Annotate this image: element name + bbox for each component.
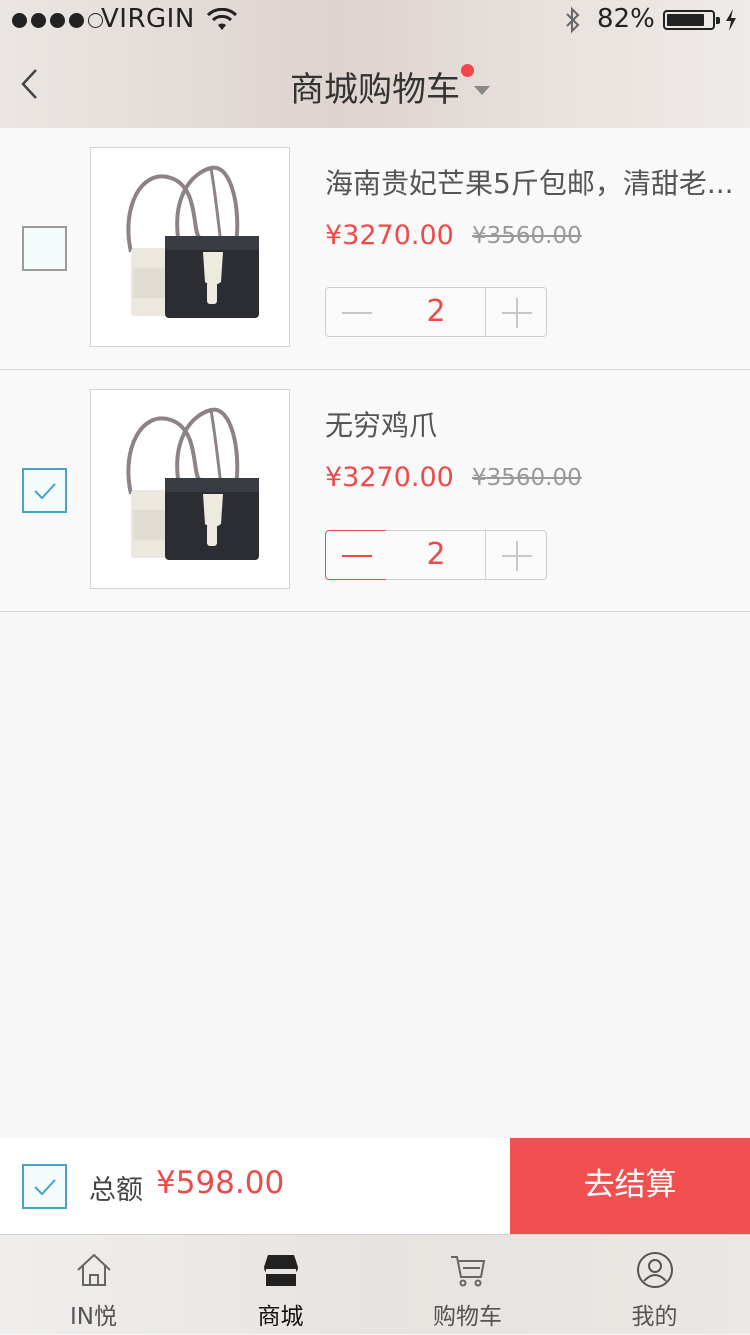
decrease-quantity-button[interactable] bbox=[325, 287, 387, 337]
select-all-checkbox[interactable] bbox=[22, 1164, 67, 1209]
quantity-stepper: 2 bbox=[325, 287, 547, 337]
tab-label: 购物车 bbox=[433, 1304, 502, 1330]
original-price: ¥3560.00 bbox=[472, 465, 582, 491]
tab-label: IN悦 bbox=[70, 1304, 117, 1330]
quantity-value[interactable]: 2 bbox=[386, 287, 486, 337]
product-name[interactable]: 无穷鸡爪 bbox=[325, 404, 437, 444]
product-price: ¥3270.00 bbox=[325, 220, 454, 251]
item-checkbox[interactable] bbox=[22, 226, 67, 271]
product-price: ¥3270.00 bbox=[325, 462, 454, 493]
page-title[interactable]: 商城购物车 bbox=[290, 70, 460, 110]
profile-icon bbox=[637, 1252, 673, 1288]
checkout-bar: 总额 ¥598.00 去结算 bbox=[0, 1138, 750, 1234]
product-image[interactable] bbox=[90, 389, 290, 589]
tab-in-yue[interactable]: IN悦 bbox=[0, 1235, 187, 1335]
increase-quantity-button[interactable] bbox=[485, 530, 547, 580]
tab-cart[interactable]: 购物车 bbox=[374, 1235, 561, 1335]
total-amount: ¥598.00 bbox=[156, 1165, 285, 1201]
quantity-stepper: 2 bbox=[325, 530, 547, 580]
wifi-icon bbox=[206, 8, 238, 30]
dropdown-caret-icon[interactable] bbox=[474, 86, 490, 95]
checkout-button[interactable]: 去结算 bbox=[510, 1138, 750, 1234]
navigation-bar: 商城购物车 bbox=[0, 40, 750, 128]
original-price: ¥3560.00 bbox=[472, 223, 582, 249]
carrier-name: VIRGIN bbox=[101, 4, 195, 34]
quantity-value[interactable]: 2 bbox=[386, 530, 486, 580]
signal-strength-icon bbox=[12, 13, 103, 28]
handbag-image bbox=[126, 407, 259, 560]
checkmark-icon bbox=[34, 1179, 56, 1196]
product-name[interactable]: 海南贵妃芒果5斤包邮，清甜老... bbox=[325, 162, 734, 202]
increase-quantity-button[interactable] bbox=[485, 287, 547, 337]
tab-bar: IN悦 商城 购物车 我的 bbox=[0, 1234, 750, 1334]
tab-label: 商城 bbox=[257, 1304, 304, 1330]
cart-icon bbox=[451, 1256, 486, 1287]
charging-icon bbox=[726, 9, 736, 31]
battery-icon bbox=[663, 10, 720, 30]
battery-percentage: 82% bbox=[597, 4, 655, 34]
notification-dot bbox=[461, 64, 474, 77]
tab-label: 我的 bbox=[631, 1304, 678, 1330]
decrease-quantity-button[interactable] bbox=[325, 530, 387, 580]
product-image[interactable] bbox=[90, 147, 290, 347]
tab-store[interactable]: 商城 bbox=[187, 1235, 374, 1335]
cart-item: 海南贵妃芒果5斤包邮，清甜老... ¥3270.00 ¥3560.00 2 bbox=[0, 128, 750, 370]
cart-item: 无穷鸡爪 ¥3270.00 ¥3560.00 2 bbox=[0, 370, 750, 612]
total-label: 总额 bbox=[89, 1175, 143, 1206]
home-icon bbox=[77, 1253, 111, 1286]
checkmark-icon bbox=[34, 483, 56, 500]
store-icon bbox=[264, 1255, 298, 1286]
bluetooth-icon bbox=[566, 6, 580, 34]
handbag-image bbox=[126, 165, 259, 318]
tab-profile[interactable]: 我的 bbox=[561, 1235, 748, 1335]
status-bar: VIRGIN 82% bbox=[0, 0, 750, 40]
item-checkbox[interactable] bbox=[22, 468, 67, 513]
